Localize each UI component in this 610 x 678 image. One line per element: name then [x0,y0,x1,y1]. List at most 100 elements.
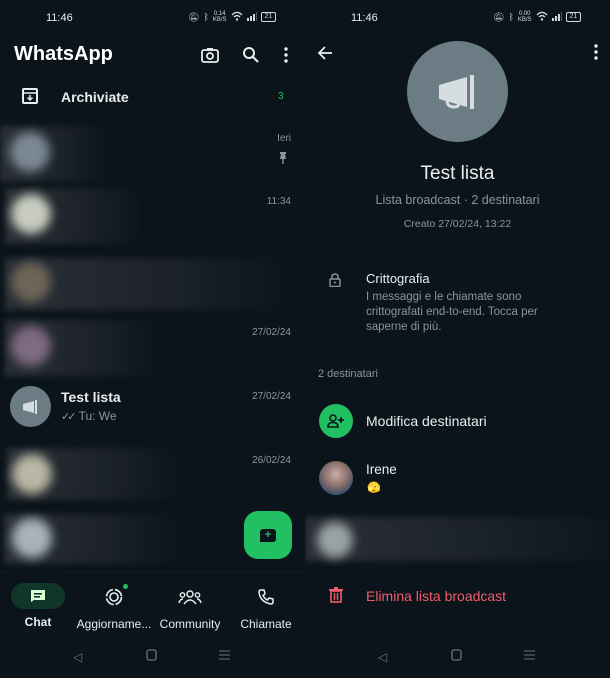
chat-preview: ✓✓ Tu: We [61,409,117,423]
search-icon[interactable] [240,44,262,66]
avatar [11,326,51,366]
avatar [317,522,353,558]
encryption-description: I messaggi e le chiamate sono crittograf… [366,291,538,333]
status-time: 11:46 [351,12,378,24]
recipients-section-label: 2 destinatari [318,368,378,380]
chat-time: 26/02/24 [252,455,291,466]
camera-icon[interactable] [199,44,221,66]
chat-list-item[interactable]: 26/02/24 [0,442,305,502]
chat-list-screen: 11:46 🔕︎ ᛒ 0.14 KB/S 21 WhatsApp Archivia… [0,0,305,678]
status-icons: 🔕︎ ᛒ 0.14 KB/S 21 [188,11,277,23]
signal-icon [551,11,562,23]
avatar [12,518,52,558]
new-chat-button[interactable]: + [244,511,292,559]
avatar [11,262,51,302]
broadcast-subtitle: Lista broadcast · 2 destinatari [375,193,540,207]
system-back-button[interactable]: ◁ [378,650,387,664]
archived-label: Archiviate [61,89,129,105]
system-recents-button[interactable] [524,649,535,664]
chat-time: 27/02/24 [252,327,291,338]
net-speed: 0.14 KB/S [213,11,227,23]
member-name: Irene [366,462,397,477]
chat-icon [31,590,45,602]
status-bar: 11:46 🔕︎ ᛒ 0.14 KB/S 21 [0,0,305,38]
archived-row[interactable]: Archiviate 3 [0,80,305,116]
lock-icon [329,273,341,292]
more-vert-icon[interactable] [594,44,598,65]
delete-broadcast-label: Elimina lista broadcast [366,588,507,604]
broadcast-avatar [10,386,51,427]
trash-icon [329,587,343,608]
more-vert-icon[interactable] [275,44,297,66]
mute-icon: 🔕︎ [493,11,505,22]
megaphone-icon [438,74,474,109]
archive-icon [22,88,38,104]
updates-icon [105,588,123,606]
tab-label: Chat [24,615,52,629]
wifi-icon [536,11,548,23]
chat-time: Ieri [277,133,291,144]
phone-icon-wrap [228,583,304,611]
community-icon-wrap [152,583,228,611]
phone-icon [258,589,274,605]
status-bar: 11:46 🔕︎ ᛒ 0.00 KB/S 21 [305,0,610,38]
tab-community[interactable]: Community [152,583,228,631]
bluetooth-icon: ᛒ [508,12,514,22]
net-speed: 0.00 KB/S [518,11,532,23]
chat-list-item[interactable]: 27/02/24 [0,314,305,376]
double-check-icon: ✓✓ [61,411,77,423]
system-navigation: ◁ [305,640,610,678]
pin-icon [278,152,288,167]
tab-chat[interactable]: Chat [0,583,76,629]
chat-list-item[interactable]: 11:34 [0,182,305,244]
chat-icon-pill [11,583,65,609]
avatar [10,132,50,172]
new-chat-icon: + [260,528,276,542]
bluetooth-icon: ᛒ [203,12,209,22]
tab-label: Community [159,617,221,631]
chat-list-item[interactable]: Ieri [0,120,305,182]
community-icon [178,590,202,605]
tab-label: Chiamate [240,617,292,631]
app-title: WhatsApp [14,43,113,65]
bottom-navigation: Chat Aggiorname... Community Chiamate [0,572,305,634]
net-speed-unit: KB/S [517,17,532,23]
broadcast-created: Creato 27/02/24, 13:22 [403,218,512,230]
broadcast-info-screen: 11:46 🔕︎ ᛒ 0.00 KB/S 21 Test lista Lista … [305,0,610,678]
broadcast-title: Test lista [420,163,495,184]
avatar [12,454,52,494]
status-icons: 🔕︎ ᛒ 0.00 KB/S 21 [493,11,582,23]
mute-icon: 🔕︎ [188,11,200,22]
avatar [11,194,51,234]
avatar [319,461,353,495]
chat-time: 11:34 [266,196,291,207]
arrow-back-icon [317,46,332,60]
archived-count: 3 [278,91,284,102]
broadcast-avatar-large[interactable] [407,41,508,142]
add-person-icon [319,404,353,438]
wifi-icon [231,11,243,23]
edit-recipients-label: Modifica destinatari [366,413,487,429]
chat-name: Test lista [61,389,121,405]
tab-calls[interactable]: Chiamate [228,583,304,631]
signal-icon [246,11,257,23]
chat-list-item[interactable] [0,252,305,312]
tab-label: Aggiorname... [76,617,152,631]
member-status: 🫣 [367,482,381,494]
updates-badge-dot [123,584,128,589]
system-navigation: ◁ [0,640,305,678]
back-button[interactable] [317,44,333,67]
tab-updates[interactable]: Aggiorname... [76,583,152,631]
system-home-button[interactable] [451,649,462,664]
chat-time: 27/02/24 [252,391,291,402]
encryption-title: Crittografia [366,271,430,286]
updates-icon-wrap [76,583,152,611]
system-recents-button[interactable] [219,649,230,664]
battery-icon: 21 [565,12,582,22]
system-home-button[interactable] [146,649,157,664]
net-speed-unit: KB/S [212,17,227,23]
megaphone-icon [22,399,37,414]
system-back-button[interactable]: ◁ [73,650,82,664]
battery-icon: 21 [260,12,277,22]
chat-preview-text: Tu: We [78,409,117,423]
